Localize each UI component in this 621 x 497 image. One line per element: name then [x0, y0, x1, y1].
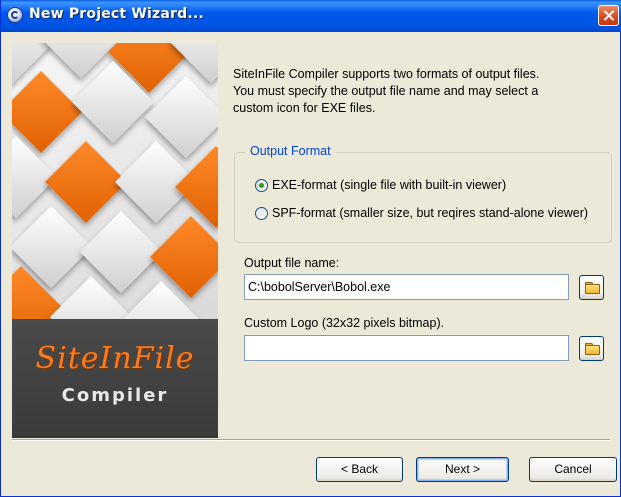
- custom-logo-label: Custom Logo (32x32 pixels bitmap).: [244, 316, 445, 330]
- wizard-window: New Project Wizard... SiteInFile Compile…: [0, 0, 621, 497]
- brand-logo: SiteInFile: [35, 341, 195, 376]
- output-file-label: Output file name:: [244, 256, 340, 270]
- description-line: custom icon for EXE files.: [233, 101, 376, 115]
- wizard-description: SiteInFile Compiler supports two formats…: [233, 66, 603, 117]
- cancel-button[interactable]: Cancel: [529, 457, 617, 482]
- folder-icon: [585, 343, 600, 355]
- description-line: You must specify the output file name an…: [233, 84, 539, 98]
- title-bar[interactable]: New Project Wizard...: [1, 0, 621, 32]
- description-line: SiteInFile Compiler supports two formats…: [233, 67, 540, 81]
- brand-subtitle: Compiler: [61, 385, 169, 406]
- next-button[interactable]: Next >: [416, 457, 509, 482]
- folder-icon: [585, 282, 600, 294]
- radio-unchecked-icon[interactable]: [255, 206, 268, 220]
- browse-logo-button[interactable]: [579, 336, 604, 361]
- custom-logo-input[interactable]: [244, 335, 569, 361]
- radio-label: SPF-format (smaller size, but reqires st…: [272, 206, 589, 220]
- radio-spf-format[interactable]: SPF-format (smaller size, but reqires st…: [255, 206, 610, 220]
- cube-artwork: [12, 43, 218, 364]
- separator: [12, 439, 610, 441]
- radio-checked-icon[interactable]: [255, 178, 268, 192]
- cube-shape: [12, 70, 83, 154]
- browse-output-button[interactable]: [579, 275, 604, 300]
- back-button[interactable]: < Back: [316, 457, 403, 482]
- window-title: New Project Wizard...: [29, 6, 204, 22]
- radio-label: EXE-format (single file with built-in vi…: [272, 178, 507, 192]
- wizard-banner-image: SiteInFile Compiler: [12, 43, 218, 438]
- output-file-input[interactable]: C:\bobolServer\Bobol.exe: [244, 274, 569, 300]
- cube-shape: [174, 145, 218, 229]
- radio-exe-format[interactable]: EXE-format (single file with built-in vi…: [255, 178, 610, 192]
- brand-panel: SiteInFile Compiler: [12, 319, 218, 438]
- output-format-group: Output Format EXE-format (single file wi…: [234, 144, 612, 243]
- app-icon: [7, 7, 23, 23]
- group-legend: Output Format: [245, 144, 336, 158]
- close-button[interactable]: [598, 5, 619, 26]
